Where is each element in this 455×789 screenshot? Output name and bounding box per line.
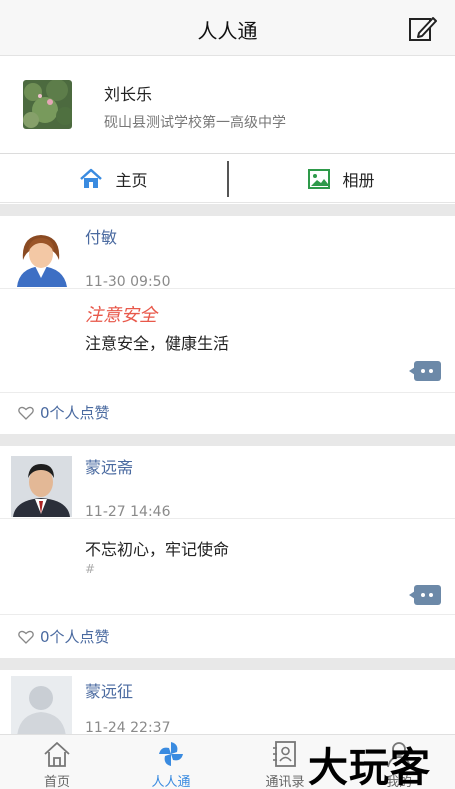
like-button[interactable]: 0个人点赞 (18, 626, 110, 647)
home-icon (44, 742, 70, 767)
avatar[interactable] (23, 80, 72, 129)
post-author[interactable]: 蒙远征 (85, 678, 133, 702)
tab-home-bottom[interactable]: 首页 (0, 735, 114, 789)
tab-label: 首页 (43, 775, 70, 789)
section-gap (0, 434, 455, 446)
comment-icon[interactable] (409, 585, 441, 605)
post-avatar[interactable] (11, 456, 72, 517)
tab-label: 人人通 (151, 775, 191, 789)
top-bar: 人人通 (0, 0, 455, 56)
heart-icon (18, 406, 34, 420)
divider (0, 392, 455, 393)
comment-icon[interactable] (409, 361, 441, 381)
post-card: 蒙远斋 11-27 14:46 不忘初心，牢记使命 # 0个人点赞 (0, 446, 455, 658)
section-gap (0, 658, 455, 670)
post-body: 不忘初心，牢记使命 (85, 540, 230, 559)
tab-home-label: 主页 (115, 171, 148, 190)
tab-album[interactable]: 相册 (228, 155, 455, 203)
album-icon (308, 169, 331, 189)
heart-icon (18, 630, 34, 644)
post-author[interactable]: 蒙远斋 (85, 454, 133, 478)
post-avatar[interactable] (11, 226, 72, 287)
section-gap (0, 204, 455, 216)
tab-album-label: 相册 (342, 171, 375, 190)
post-card: 付敏 11-30 09:50 注意安全 注意安全，健康生活 0个人点赞 (0, 216, 455, 434)
post-body: 注意安全，健康生活 (85, 334, 230, 353)
profile-name: 刘长乐 (104, 85, 153, 104)
divider (0, 518, 455, 519)
edit-icon[interactable] (407, 14, 437, 44)
segment-bar: 主页 相册 (0, 155, 455, 203)
contacts-icon (273, 741, 296, 767)
tab-home[interactable]: 主页 (0, 155, 227, 203)
post-title: 注意安全 (85, 305, 157, 326)
page-title: 人人通 (197, 19, 258, 43)
post-avatar[interactable] (11, 676, 72, 734)
post-hashtag: # (85, 562, 96, 576)
like-count: 0个人点赞 (40, 404, 110, 422)
post-time: 11-24 22:37 (85, 720, 171, 734)
pinwheel-icon (159, 742, 183, 766)
post-author[interactable]: 付敏 (85, 224, 117, 248)
watermark: 大玩客 (308, 745, 431, 789)
divider (0, 288, 455, 289)
post-card: 蒙远征 11-24 22:37 (0, 670, 455, 734)
home-icon (80, 168, 103, 188)
profile-school: 砚山县测试学校第一高级中学 (104, 115, 286, 131)
profile-header: 刘长乐 砚山县测试学校第一高级中学 (0, 56, 455, 154)
tab-renrentong[interactable]: 人人通 (114, 735, 228, 789)
like-count: 0个人点赞 (40, 628, 110, 646)
divider (0, 614, 455, 615)
like-button[interactable]: 0个人点赞 (18, 402, 110, 423)
